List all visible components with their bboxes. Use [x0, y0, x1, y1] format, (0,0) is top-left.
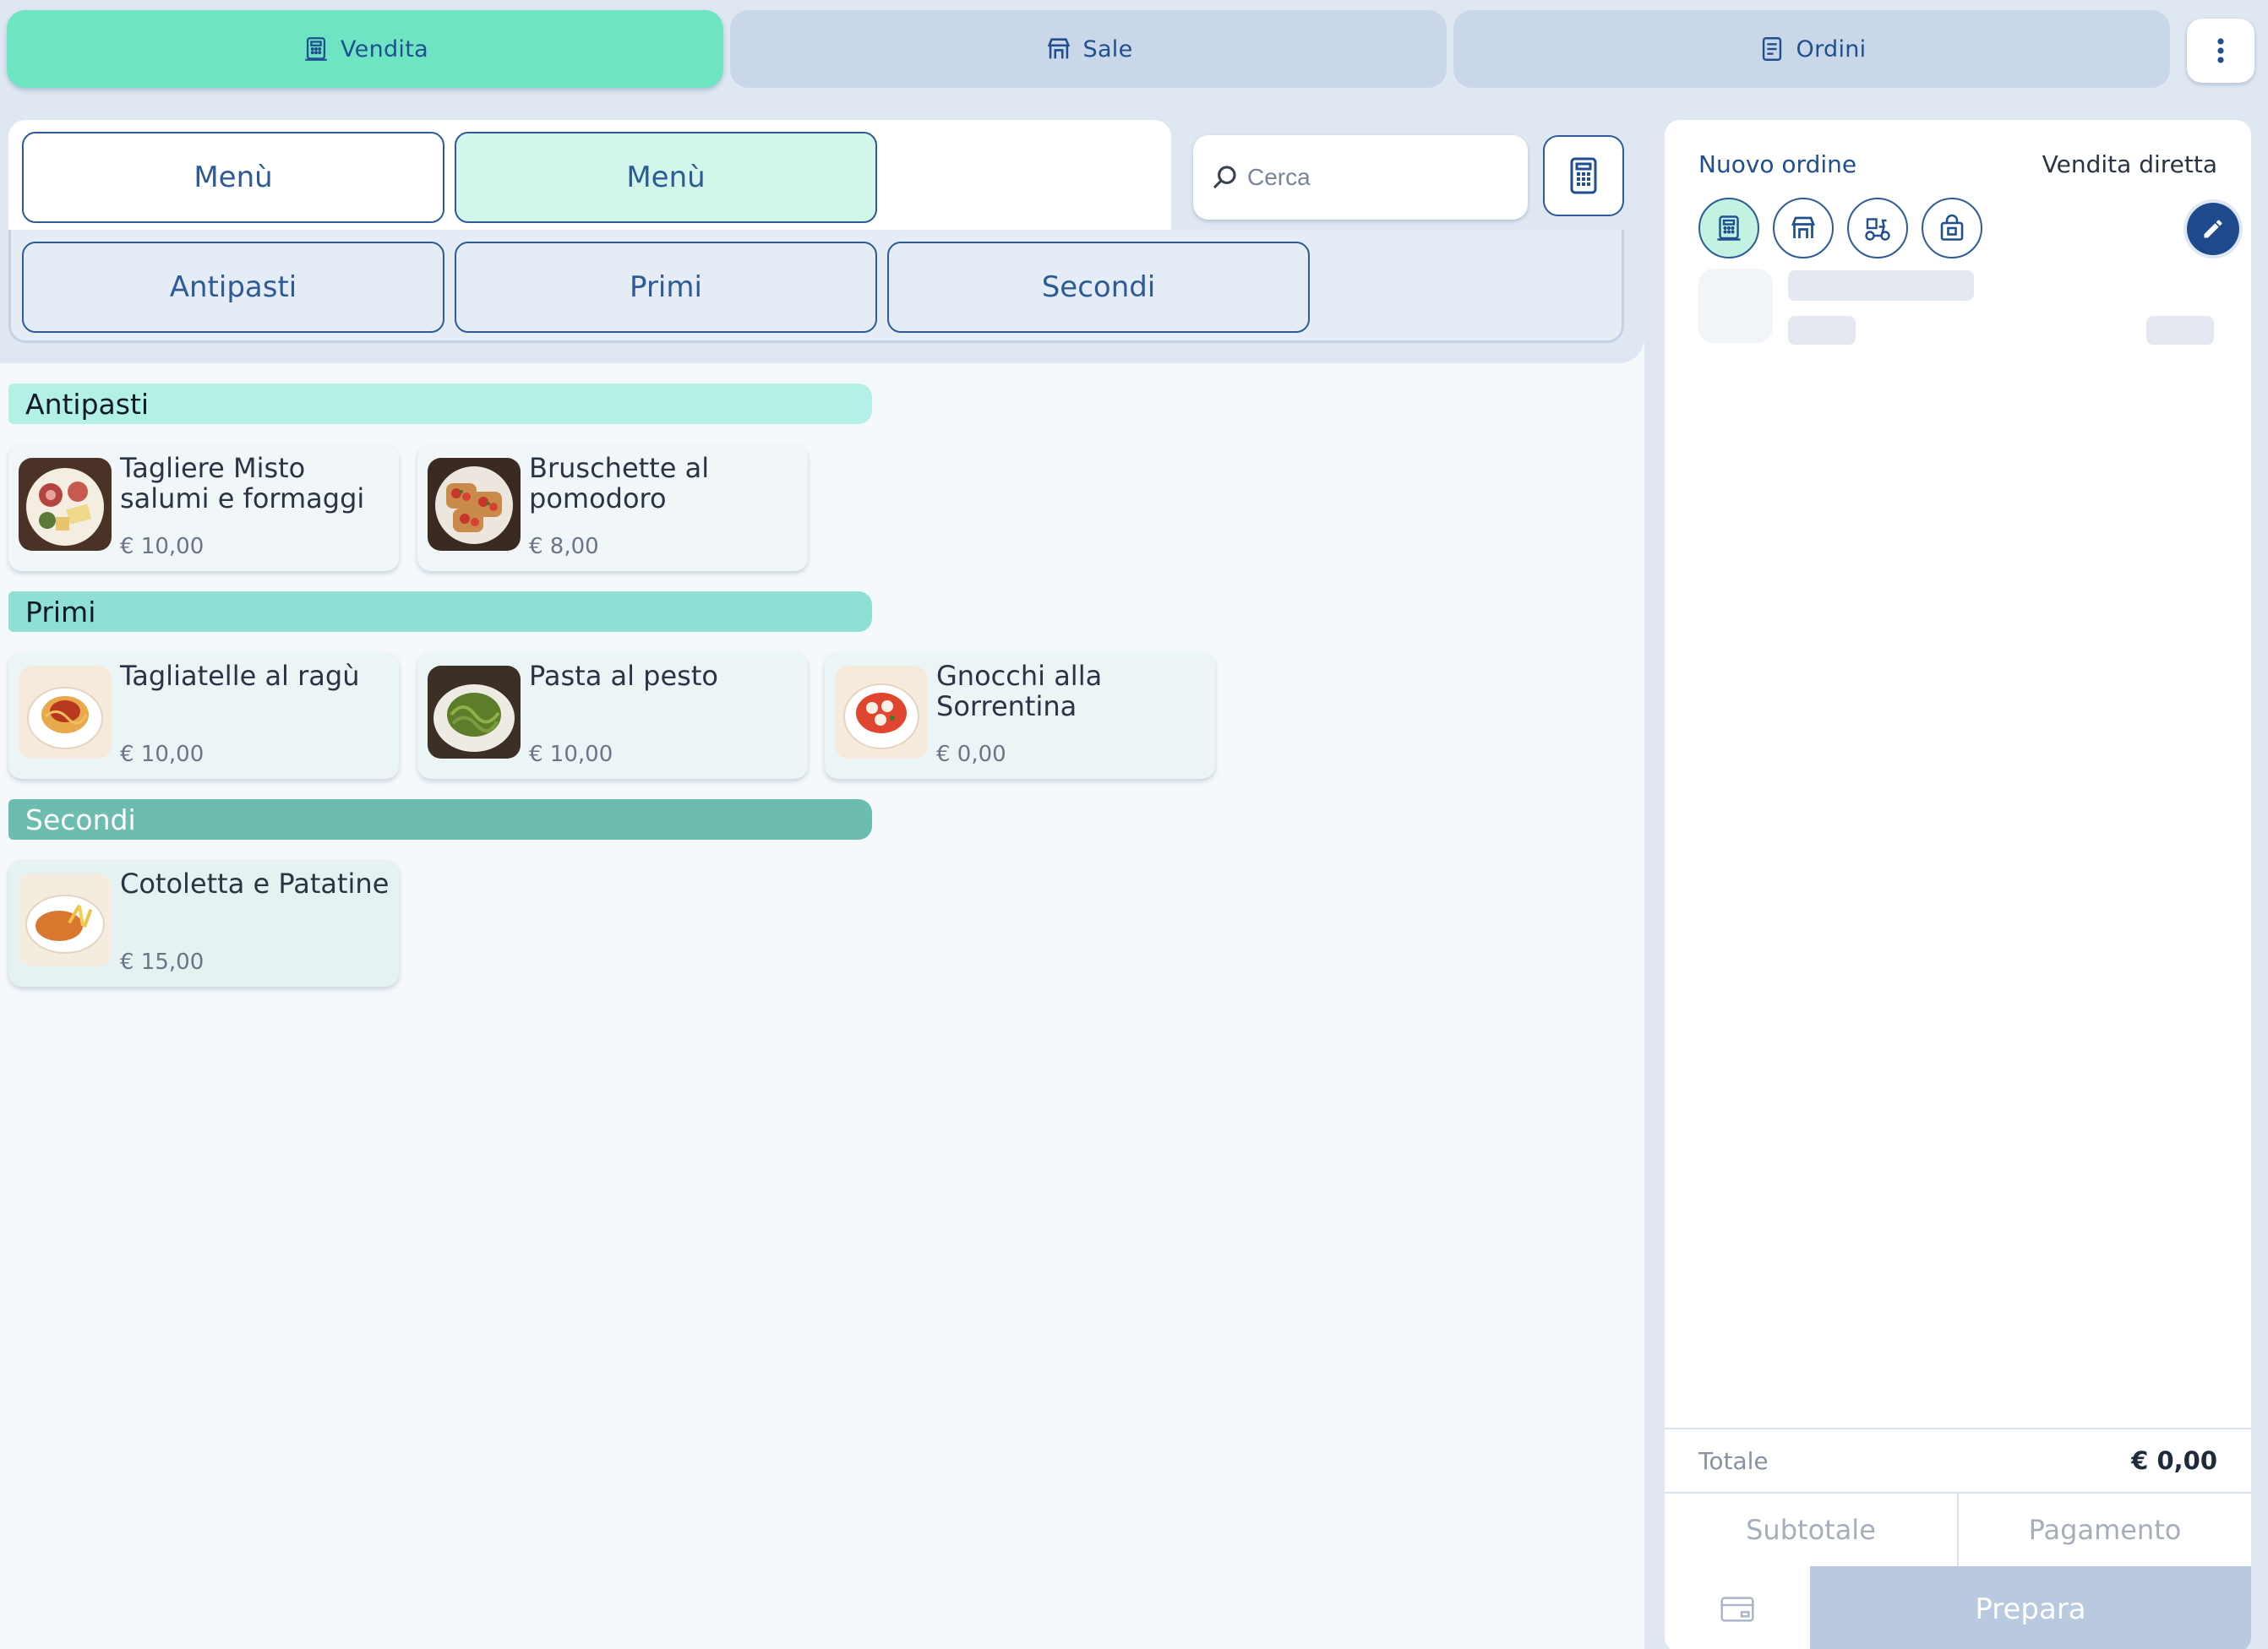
total-row: Totale € 0,00: [1665, 1428, 2251, 1492]
product-image-gnocchi: [835, 666, 928, 759]
skeleton-line: [1788, 270, 1974, 301]
scooter-icon: [1865, 218, 1890, 241]
order-panel: Nuovo ordine Vendita diretta Totale € 0,…: [1644, 98, 2268, 1649]
kebab-menu-icon: [2217, 38, 2224, 63]
category-pill-label: Antipasti: [169, 270, 297, 304]
product-image-cotoletta: [19, 873, 112, 966]
product-name: Gnocchi alla Sorrentina: [936, 660, 1103, 722]
product-price: € 10,00: [120, 534, 204, 559]
tab-vendita-label: Vendita: [341, 35, 428, 63]
product-image-tagliatelle: [19, 666, 112, 759]
keypad-button[interactable]: [1543, 135, 1624, 216]
product-card[interactable]: Pasta al pesto € 10,00: [417, 652, 808, 779]
menu-strip: Menù Menù: [8, 120, 1171, 235]
product-card[interactable]: Cotoletta e Patatine € 15,00: [8, 860, 399, 987]
register-icon: [1717, 215, 1741, 241]
product-name: Pasta al pesto: [529, 660, 718, 692]
category-pill-primi[interactable]: Primi: [455, 242, 877, 333]
order-footer: Prepara: [1665, 1566, 2251, 1649]
category-pill-secondi[interactable]: Secondi: [887, 242, 1310, 333]
more-options-button[interactable]: [2187, 19, 2254, 83]
category-pill-label: Primi: [630, 270, 702, 304]
filter-area: Menù Menù Antipasti Primi Secondi: [0, 98, 1644, 363]
tab-sale[interactable]: Sale: [730, 10, 1447, 88]
order-actions: Subtotale Pagamento: [1665, 1492, 2251, 1566]
skeleton-line: [2146, 316, 2214, 345]
card-payment-button[interactable]: [1665, 1566, 1810, 1649]
menu-pill-2[interactable]: Menù: [455, 132, 877, 223]
credit-card-icon: [1720, 1597, 1754, 1622]
table-icon: [1791, 216, 1815, 238]
search-icon: [1213, 166, 1236, 189]
section-header-antipasti: Antipasti: [8, 384, 872, 424]
order-title: Nuovo ordine: [1698, 150, 1857, 178]
product-price: € 0,00: [936, 742, 1006, 767]
total-label: Totale: [1698, 1446, 1769, 1475]
takeaway-bag-icon: [1940, 214, 1964, 241]
product-name: Bruschette al pomodoro: [529, 452, 710, 514]
receipt-icon: [1762, 37, 1781, 61]
section-title: Secondi: [25, 803, 136, 836]
tab-ordini[interactable]: Ordini: [1453, 10, 2170, 88]
store-icon: [1047, 38, 1070, 59]
product-name: Cotoletta e Patatine: [120, 868, 390, 900]
tab-ordini-label: Ordini: [1796, 35, 1867, 63]
order-type-direct-button[interactable]: [1698, 198, 1759, 259]
search-input[interactable]: [1247, 164, 1518, 191]
menu-pill-label: Menù: [194, 161, 273, 194]
register-icon: [305, 37, 327, 61]
section-title: Antipasti: [25, 387, 150, 421]
product-card[interactable]: Tagliere Misto salumi e formaggi € 10,00: [8, 444, 399, 571]
product-name: Tagliere Misto salumi e formaggi: [120, 452, 365, 514]
product-price: € 15,00: [120, 950, 204, 975]
tab-vendita[interactable]: Vendita: [7, 10, 723, 88]
section-title: Primi: [25, 595, 96, 629]
order-type-table-button[interactable]: [1773, 198, 1834, 259]
product-card[interactable]: Gnocchi alla Sorrentina € 0,00: [825, 652, 1215, 779]
product-price: € 10,00: [529, 742, 613, 767]
order-type-delivery-button[interactable]: [1847, 198, 1908, 259]
section-header-primi: Primi: [8, 591, 872, 632]
product-image-bruschetta: [428, 458, 521, 551]
edit-order-button[interactable]: [2187, 203, 2239, 255]
product-image-charcuterie: [19, 458, 112, 551]
order-card: Nuovo ordine Vendita diretta Totale € 0,…: [1665, 120, 2251, 1649]
product-name: Tagliatelle al ragù: [120, 660, 360, 692]
subtotal-button[interactable]: Subtotale: [1665, 1494, 1957, 1566]
category-pill-antipasti[interactable]: Antipasti: [22, 242, 444, 333]
product-price: € 10,00: [120, 742, 204, 767]
tab-sale-label: Sale: [1082, 35, 1133, 63]
skeleton-line: [1788, 316, 1856, 345]
product-card[interactable]: Bruschette al pomodoro € 8,00: [417, 444, 808, 571]
order-type-label: Vendita diretta: [2042, 150, 2217, 178]
category-strip: Antipasti Primi Secondi: [8, 230, 1624, 343]
product-image-pesto: [428, 666, 521, 759]
payment-button[interactable]: Pagamento: [1957, 1494, 2251, 1566]
section-header-secondi: Secondi: [8, 799, 872, 840]
total-value: € 0,00: [2131, 1446, 2217, 1475]
product-card[interactable]: Tagliatelle al ragù € 10,00: [8, 652, 399, 779]
pencil-icon: [2204, 220, 2222, 238]
prepare-button[interactable]: Prepara: [1810, 1566, 2251, 1649]
search-field[interactable]: [1193, 135, 1528, 220]
menu-pill-label: Menù: [626, 161, 706, 194]
order-type-takeaway-button[interactable]: [1922, 198, 1982, 259]
calculator-icon: [1570, 157, 1597, 194]
skeleton-thumb: [1698, 269, 1773, 343]
product-price: € 8,00: [529, 534, 599, 559]
menu-pill-1[interactable]: Menù: [22, 132, 444, 223]
category-pill-label: Secondi: [1041, 270, 1156, 304]
top-nav: Vendita Sale Ordini: [0, 0, 2268, 98]
